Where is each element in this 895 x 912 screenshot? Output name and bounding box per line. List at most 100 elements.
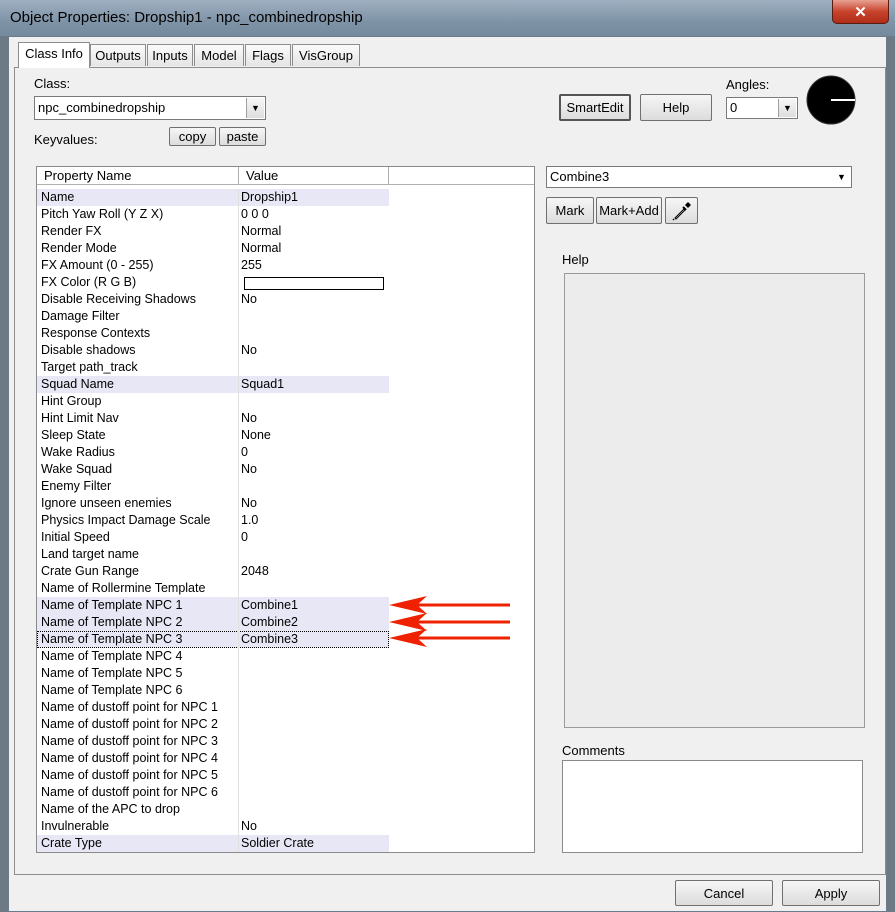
table-row[interactable]: Disable Receiving Shadows No — [37, 291, 389, 308]
tab-flags[interactable]: Flags — [245, 44, 291, 66]
property-value — [241, 767, 389, 784]
table-row[interactable]: Name of Template NPC 2 Combine2 — [37, 614, 389, 631]
value-dropdown-arrow[interactable]: ▼ — [833, 168, 850, 186]
table-row[interactable]: Land target name — [37, 546, 389, 563]
table-row[interactable]: Name of Template NPC 4 — [37, 648, 389, 665]
property-value: 0 — [241, 445, 248, 459]
table-row[interactable]: Disable shadows No — [37, 342, 389, 359]
property-value — [241, 716, 389, 733]
table-row[interactable]: Name of dustoff point for NPC 4 — [37, 750, 389, 767]
table-row[interactable]: Name of Template NPC 1 Combine1 — [37, 597, 389, 614]
property-value: Combine3 — [241, 632, 298, 646]
column-divider — [238, 631, 239, 648]
apply-button[interactable]: Apply — [782, 880, 880, 906]
tab-visgroup[interactable]: VisGroup — [292, 44, 360, 66]
table-row[interactable]: Name of Rollermine Template — [37, 580, 389, 597]
angles-value: 0 — [730, 100, 738, 115]
table-row[interactable]: Name of Template NPC 3 Combine3 — [37, 631, 389, 648]
table-row[interactable]: Ignore unseen enemies No — [37, 495, 389, 512]
table-row[interactable]: FX Amount (0 - 255) 255 — [37, 257, 389, 274]
table-row[interactable]: Sleep State None — [37, 427, 389, 444]
property-name: Target path_track — [41, 360, 138, 374]
angles-label: Angles: — [726, 77, 770, 92]
property-table[interactable]: Property Name Value Name Dropship1 Pitch Y… — [36, 166, 535, 853]
table-row[interactable]: Wake Radius 0 — [37, 444, 389, 461]
table-row[interactable]: Crate Type Soldier Crate — [37, 835, 389, 852]
column-divider — [238, 818, 239, 835]
table-row[interactable]: Hint Limit Nav No — [37, 410, 389, 427]
property-name: FX Color (R G B) — [41, 275, 137, 289]
table-row[interactable]: Name of dustoff point for NPC 1 — [37, 699, 389, 716]
table-row[interactable]: Render FX Normal — [37, 223, 389, 240]
help-button[interactable]: Help — [640, 94, 712, 121]
table-row[interactable]: Name of Template NPC 5 — [37, 665, 389, 682]
column-divider — [238, 750, 239, 767]
table-row[interactable]: Name Dropship1 — [37, 189, 389, 206]
property-name: Name of dustoff point for NPC 1 — [41, 700, 218, 714]
table-row[interactable]: Name of Template NPC 6 — [37, 682, 389, 699]
table-row[interactable]: FX Color (R G B) — [37, 274, 389, 291]
angle-dial-icon[interactable] — [804, 73, 858, 127]
table-row[interactable]: Name of dustoff point for NPC 3 — [37, 733, 389, 750]
property-value — [241, 546, 389, 563]
class-dropdown-arrow[interactable]: ▼ — [246, 98, 264, 118]
angles-combo[interactable]: 0 ▼ — [726, 97, 798, 119]
smartedit-button[interactable]: SmartEdit — [559, 94, 631, 121]
copy-button[interactable]: copy — [169, 127, 216, 146]
value-combo[interactable]: Combine3 ▼ — [546, 166, 852, 188]
property-value: No — [241, 292, 257, 306]
eyedropper-button[interactable] — [665, 197, 698, 224]
table-row[interactable]: Damage Filter — [37, 308, 389, 325]
property-name: Name of Template NPC 6 — [41, 683, 183, 697]
table-row[interactable]: Squad Name Squad1 — [37, 376, 389, 393]
table-row[interactable]: Hint Group — [37, 393, 389, 410]
tab-model[interactable]: Model — [194, 44, 244, 66]
table-row[interactable]: Wake Squad No — [37, 461, 389, 478]
close-button[interactable]: ✕ — [832, 0, 889, 24]
table-row[interactable]: Response Contexts — [37, 325, 389, 342]
tab-outputs[interactable]: Outputs — [90, 44, 146, 66]
table-row[interactable]: Render Mode Normal — [37, 240, 389, 257]
property-name: Name of Rollermine Template — [41, 581, 206, 595]
column-divider — [238, 206, 239, 223]
column-header-value[interactable]: Value — [239, 167, 389, 185]
help-section-label: Help — [562, 252, 589, 267]
table-row[interactable]: Initial Speed 0 — [37, 529, 389, 546]
property-name: FX Amount (0 - 255) — [41, 258, 154, 272]
mark-button[interactable]: Mark — [546, 197, 594, 224]
class-combo[interactable]: npc_combinedropship ▼ — [34, 96, 266, 120]
paste-button[interactable]: paste — [219, 127, 266, 146]
table-row[interactable]: Name of the APC to drop — [37, 801, 389, 818]
property-name: Pitch Yaw Roll (Y Z X) — [41, 207, 164, 221]
table-row[interactable]: Invulnerable No — [37, 818, 389, 835]
table-row[interactable]: Name of dustoff point for NPC 5 — [37, 767, 389, 784]
table-row[interactable]: Physics Impact Damage Scale 1.0 — [37, 512, 389, 529]
table-row[interactable]: Target path_track — [37, 359, 389, 376]
column-divider — [238, 478, 239, 495]
property-value — [241, 784, 389, 801]
property-value — [241, 478, 389, 495]
angles-dropdown-arrow[interactable]: ▼ — [778, 99, 796, 117]
column-divider — [238, 614, 239, 631]
property-name: Disable Receiving Shadows — [41, 292, 196, 306]
property-value: Soldier Crate — [241, 836, 314, 850]
mark-add-button[interactable]: Mark+Add — [596, 197, 662, 224]
comments-textarea[interactable] — [562, 760, 863, 853]
column-divider — [238, 784, 239, 801]
class-value: npc_combinedropship — [38, 100, 166, 115]
property-name: Name of Template NPC 3 — [41, 632, 183, 646]
tab-inputs[interactable]: Inputs — [147, 44, 193, 66]
keyvalues-label: Keyvalues: — [34, 132, 98, 147]
table-row[interactable]: Enemy Filter — [37, 478, 389, 495]
table-row[interactable]: Name of dustoff point for NPC 6 — [37, 784, 389, 801]
table-row[interactable]: Crate Gun Range 2048 — [37, 563, 389, 580]
tab-class-info[interactable]: Class Info — [18, 42, 90, 68]
table-row[interactable]: Name of dustoff point for NPC 2 — [37, 716, 389, 733]
property-name: Damage Filter — [41, 309, 120, 323]
comments-label: Comments — [562, 743, 625, 758]
color-swatch[interactable] — [244, 277, 384, 290]
table-row[interactable]: Pitch Yaw Roll (Y Z X) 0 0 0 — [37, 206, 389, 223]
property-value: No — [241, 411, 257, 425]
column-header-name[interactable]: Property Name — [37, 167, 239, 185]
cancel-button[interactable]: Cancel — [675, 880, 773, 906]
